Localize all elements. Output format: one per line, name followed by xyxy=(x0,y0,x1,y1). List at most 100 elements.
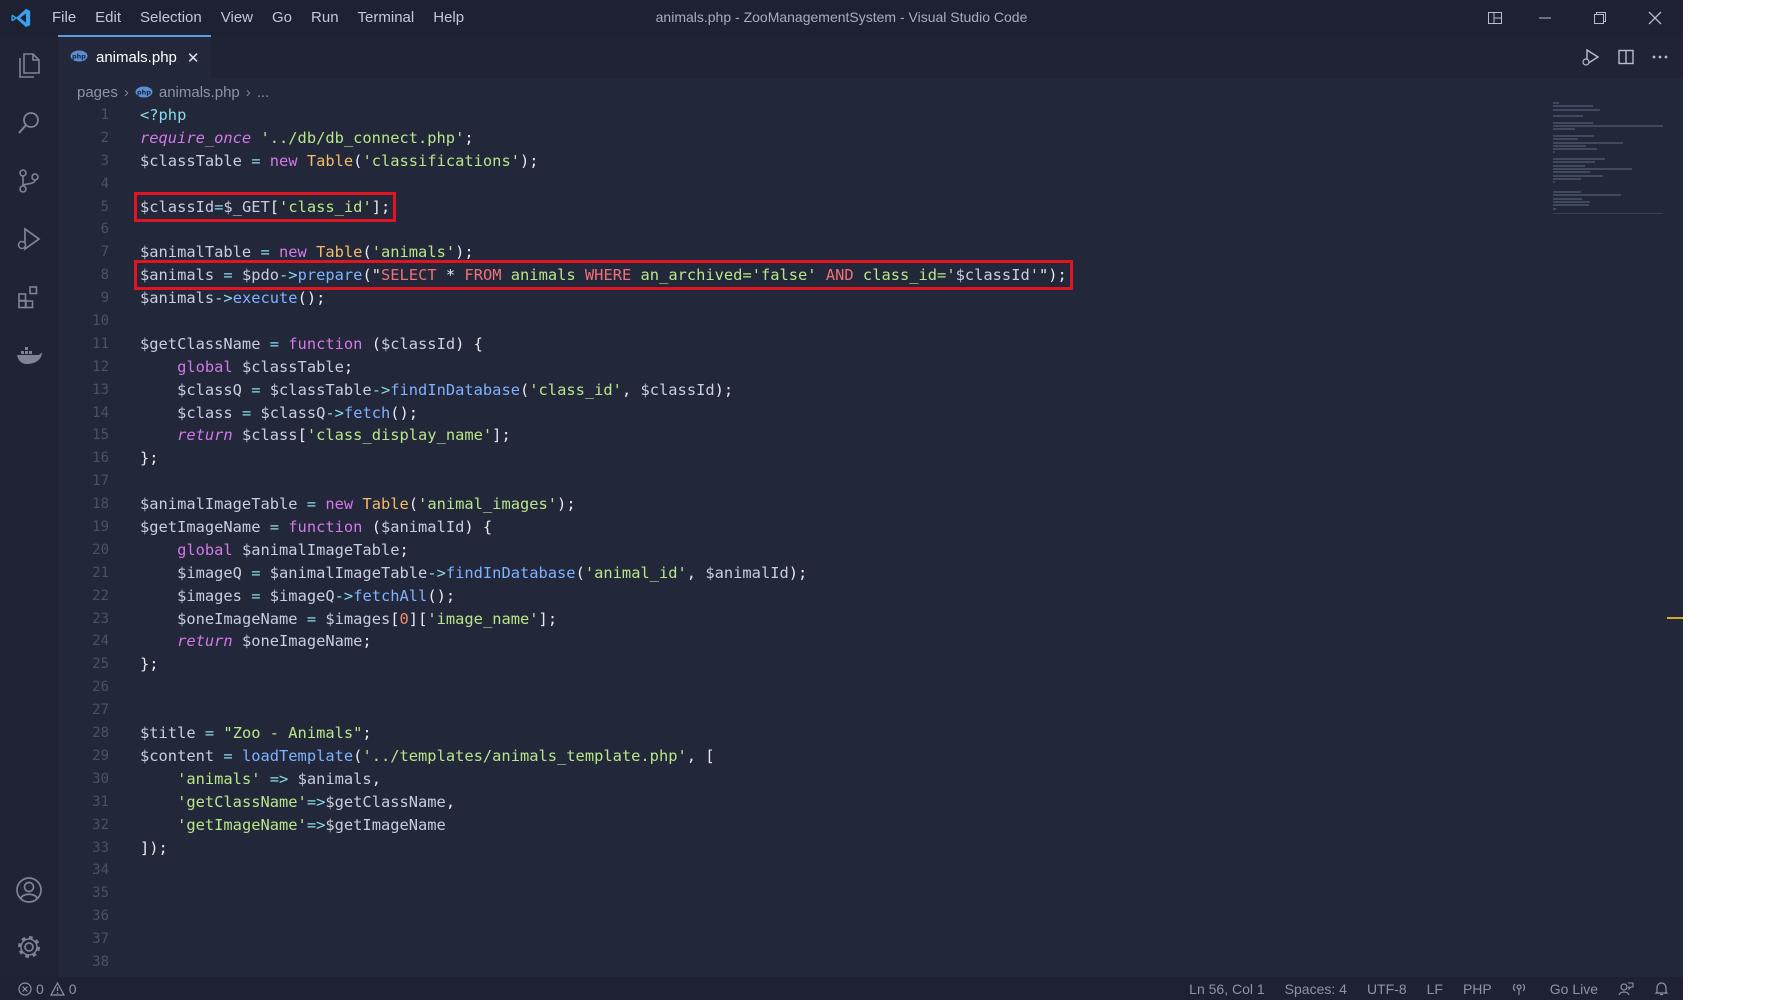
close-window-button[interactable] xyxy=(1632,0,1678,35)
minimap-line xyxy=(1553,167,1632,170)
code-token: (" xyxy=(362,266,381,285)
code-token: -> xyxy=(325,403,344,422)
code-line[interactable]: 1 <?php xyxy=(58,104,1538,127)
feedback-icon[interactable] xyxy=(1618,981,1634,997)
code-line[interactable]: 37 xyxy=(58,928,1538,951)
code-line[interactable]: 22 $images = $imageQ->fetchAll(); xyxy=(58,585,1538,608)
code-line[interactable]: 5 $classId=$_GET['class_id']; xyxy=(58,191,1538,222)
menu-selection[interactable]: Selection xyxy=(140,9,202,26)
end-of-line[interactable]: LF xyxy=(1427,981,1443,997)
code-line[interactable]: 38 xyxy=(58,951,1538,974)
code-line[interactable]: 25}; xyxy=(58,653,1538,676)
line-number: 23 xyxy=(92,610,109,627)
menu-edit[interactable]: Edit xyxy=(95,9,121,26)
code-line[interactable]: 11 $getClassName = function ($classId) { xyxy=(58,333,1538,356)
code-line[interactable]: 9 $animals->execute(); xyxy=(58,287,1538,310)
cursor-position[interactable]: Ln 56, Col 1 xyxy=(1189,981,1265,997)
more-actions-icon[interactable] xyxy=(1651,48,1669,66)
customize-layout-icon[interactable] xyxy=(1472,0,1518,35)
minimap-slider[interactable] xyxy=(1553,213,1663,214)
code-line[interactable]: 34 xyxy=(58,859,1538,882)
tab-animals-php[interactable]: php animals.php ✕ xyxy=(58,35,211,78)
notifications-bell-icon[interactable] xyxy=(1654,981,1669,996)
code-line[interactable]: 14 $class = $classQ->fetch(); xyxy=(58,402,1538,425)
search-icon[interactable] xyxy=(0,97,58,149)
minimap-line xyxy=(1553,191,1581,194)
code-line[interactable]: 35 xyxy=(58,882,1538,905)
extensions-icon[interactable] xyxy=(0,271,58,323)
code-line[interactable]: 4 xyxy=(58,173,1538,196)
files-icon[interactable] xyxy=(0,39,58,91)
code-token: $classId xyxy=(380,334,456,353)
breadcrumb-folder[interactable]: pages xyxy=(77,84,118,101)
code-token: $class xyxy=(177,403,233,422)
code-text: $animalTable = new Table('animals'); xyxy=(140,243,474,261)
chevron-right-icon: › xyxy=(245,83,251,101)
code-line[interactable]: 20 global $animalImageTable; xyxy=(58,539,1538,562)
code-line[interactable]: 13 $classQ = $classTable->findInDatabase… xyxy=(58,379,1538,402)
code-line[interactable]: 12 global $classTable; xyxy=(58,356,1538,379)
minimize-button[interactable] xyxy=(1522,0,1568,35)
code-line[interactable]: 2 require_once '../db/db_connect.php'; xyxy=(58,127,1538,150)
code-line[interactable]: 28 $title = "Zoo - Animals"; xyxy=(58,722,1538,745)
code-line[interactable]: 18 $animalImageTable = new Table('animal_… xyxy=(58,493,1538,516)
menu-go[interactable]: Go xyxy=(272,9,292,26)
svg-text:php: php xyxy=(137,89,151,97)
code-line[interactable]: 3 $classTable = new Table('classification… xyxy=(58,150,1538,173)
code-line[interactable]: 24 return $oneImageName; xyxy=(58,630,1538,653)
code-line[interactable]: 21 $imageQ = $animalImageTable->findInDa… xyxy=(58,562,1538,585)
line-number: 1 xyxy=(100,107,109,123)
split-editor-icon[interactable] xyxy=(1617,48,1635,66)
code-token: (); xyxy=(427,586,456,605)
minimap-line xyxy=(1553,174,1603,177)
code-line[interactable]: 32 'getImageName'=>$getImageName xyxy=(58,814,1538,837)
account-icon[interactable] xyxy=(0,864,58,916)
code-line[interactable]: 30 'animals' => $animals, xyxy=(58,768,1538,791)
code-line[interactable]: 15 return $class['class_display_name']; xyxy=(58,424,1538,447)
minimap-line xyxy=(1553,197,1582,200)
code-line[interactable]: 31 'getClassName'=>$getClassName, xyxy=(58,791,1538,814)
code-line[interactable]: 27 xyxy=(58,699,1538,722)
breadcrumb-file[interactable]: animals.php xyxy=(159,84,240,101)
editor-actions xyxy=(1565,35,1669,78)
indentation[interactable]: Spaces: 4 xyxy=(1285,981,1347,997)
code-line[interactable]: 7 $animalTable = new Table('animals'); xyxy=(58,241,1538,264)
line-content: $animalImageTable = new Table('animal_im… xyxy=(140,493,576,516)
code-line[interactable]: 8 $animals = $pdo->prepare("SELECT * FROM… xyxy=(58,260,1538,291)
tab-close-icon[interactable]: ✕ xyxy=(187,49,200,67)
docker-icon[interactable] xyxy=(0,329,58,381)
code-line[interactable]: 26 xyxy=(58,676,1538,699)
code-line[interactable]: 17 xyxy=(58,470,1538,493)
menu-terminal[interactable]: Terminal xyxy=(358,9,415,26)
code-editor[interactable]: 1 <?php 2 require_once '../db/db_connect.ph… xyxy=(58,104,1538,974)
tab-bar: php animals.php ✕ xyxy=(58,35,1683,78)
run-debug-icon[interactable] xyxy=(0,213,58,265)
code-line[interactable]: 23 $oneImageName = $images[0]['image_nam… xyxy=(58,608,1538,631)
menu-run[interactable]: Run xyxy=(311,9,339,26)
problems-indicator[interactable]: 0 0 xyxy=(18,977,77,1000)
settings-gear-icon[interactable] xyxy=(0,921,58,973)
code-line[interactable]: 29 $content = loadTemplate('../templates/… xyxy=(58,745,1538,768)
go-live-button[interactable]: Go Live xyxy=(1512,981,1598,997)
code-line[interactable]: 36 xyxy=(58,905,1538,928)
menu-file[interactable]: File xyxy=(52,9,76,26)
minimap[interactable] xyxy=(1553,102,1663,222)
source-control-icon[interactable] xyxy=(0,155,58,207)
menu-help[interactable]: Help xyxy=(433,9,464,26)
code-text: $classTable = new Table('classifications… xyxy=(140,152,539,170)
code-line[interactable]: 33]); xyxy=(58,837,1538,860)
code-line[interactable]: 10 xyxy=(58,310,1538,333)
code-token: $getClassName xyxy=(140,334,261,353)
run-php-icon[interactable] xyxy=(1581,47,1601,67)
code-line[interactable]: 19 $getImageName = function ($animalId) { xyxy=(58,516,1538,539)
code-line[interactable]: 16}; xyxy=(58,447,1538,470)
restore-button[interactable] xyxy=(1577,0,1623,35)
breadcrumb-symbols[interactable]: ... xyxy=(257,84,270,101)
menu-view[interactable]: View xyxy=(221,9,253,26)
encoding[interactable]: UTF-8 xyxy=(1367,981,1407,997)
code-token: $images xyxy=(177,586,242,605)
line-number: 16 xyxy=(92,450,109,467)
code-token: ( xyxy=(362,243,372,262)
language-mode[interactable]: PHP xyxy=(1463,981,1492,997)
code-line[interactable]: 6 xyxy=(58,218,1538,241)
